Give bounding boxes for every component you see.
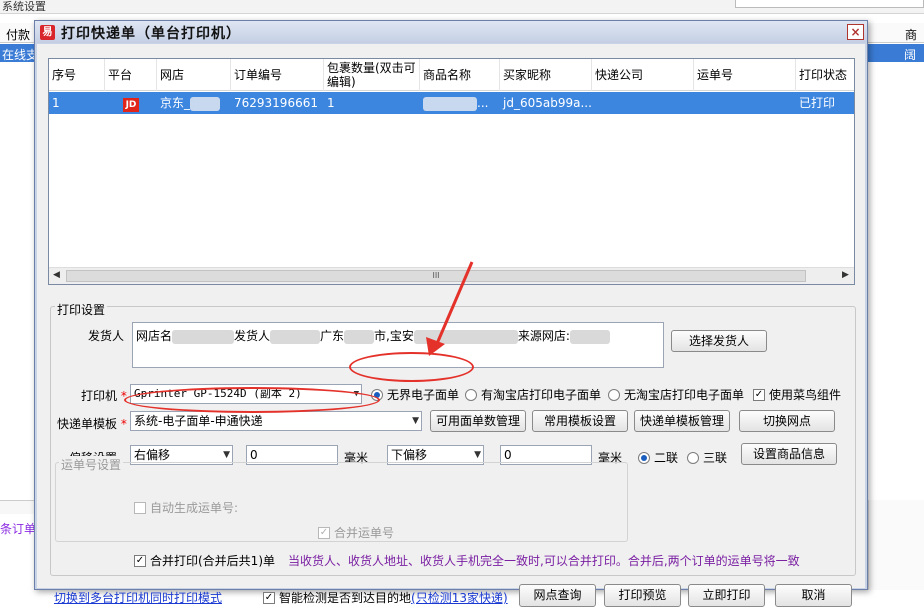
annotation-arrow-line xyxy=(434,261,474,347)
annotation-arrow-head xyxy=(426,337,445,356)
annotation-arrow xyxy=(426,261,474,356)
